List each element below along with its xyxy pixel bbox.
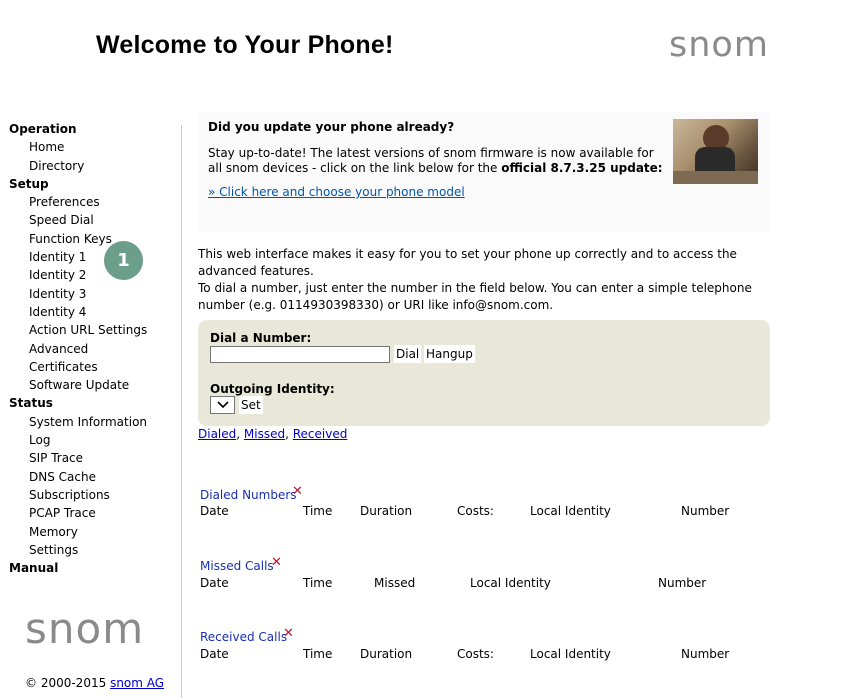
received-calls-title: Received Calls xyxy=(200,630,288,644)
outgoing-identity-label: Outgoing Identity: xyxy=(210,382,335,396)
dialed-link[interactable]: Dialed xyxy=(198,427,236,441)
missed-table-header: Date Time Missed Local Identity Number xyxy=(0,576,866,592)
snom-ag-link[interactable]: snom AG xyxy=(110,676,164,690)
received-link[interactable]: Received xyxy=(293,427,348,441)
clear-received-icon[interactable]: ✕ xyxy=(283,626,294,641)
update-text: Stay up-to-date! The latest versions of … xyxy=(208,146,668,176)
sidebar-item-sip-trace[interactable]: SIP Trace xyxy=(0,449,180,467)
copyright: © 2000-2015 snom AG xyxy=(25,676,164,690)
column-header: Local Identity xyxy=(530,504,611,518)
sidebar-item-action-url-settings[interactable]: Action URL Settings xyxy=(0,321,180,339)
dial-button[interactable]: Dial xyxy=(394,345,422,363)
update-title: Did you update your phone already? xyxy=(208,120,455,134)
column-header: Duration xyxy=(360,647,413,661)
column-header: Date xyxy=(200,504,229,518)
intro-line-1: This web interface makes it easy for you… xyxy=(198,247,737,278)
sidebar-item-software-update[interactable]: Software Update xyxy=(0,376,180,394)
dial-panel: Dial a Number: Dial Hangup Outgoing Iden… xyxy=(198,320,770,426)
sidebar-item-advanced[interactable]: Advanced xyxy=(0,340,180,358)
update-version: official 8.7.3.25 update: xyxy=(501,161,663,175)
sidebar-item-preferences[interactable]: Preferences xyxy=(0,193,180,211)
hangup-button[interactable]: Hangup xyxy=(424,345,475,363)
sidebar-item-directory[interactable]: Directory xyxy=(0,157,180,175)
sidebar-item-dns-cache[interactable]: DNS Cache xyxy=(0,468,180,486)
column-header: Date xyxy=(200,647,229,661)
missed-link[interactable]: Missed xyxy=(244,427,285,441)
outgoing-identity-select[interactable] xyxy=(210,396,235,414)
dialed-numbers-title: Dialed Numbers xyxy=(200,488,297,502)
nav-section-manual[interactable]: Manual xyxy=(0,559,180,577)
column-header: Number xyxy=(658,576,707,590)
chevron-down-icon xyxy=(216,401,229,409)
column-header: Date xyxy=(200,576,229,590)
sidebar-item-identity-4[interactable]: Identity 4 xyxy=(0,303,180,321)
column-header: Duration xyxy=(360,504,413,518)
received-table-header: Date Time Duration Costs: Local Identity… xyxy=(0,647,866,663)
intro-line-2: To dial a number, just enter the number … xyxy=(198,281,752,312)
column-header: Time xyxy=(303,504,333,518)
snom-logo-sidebar: snom xyxy=(25,604,145,653)
sidebar-item-identity-3[interactable]: Identity 3 xyxy=(0,285,180,303)
sidebar-item-subscriptions[interactable]: Subscriptions xyxy=(0,486,180,504)
dial-label: Dial a Number: xyxy=(210,331,312,345)
column-header: Number xyxy=(681,647,730,661)
clear-missed-icon[interactable]: ✕ xyxy=(271,555,282,570)
promo-photo xyxy=(673,119,758,184)
sidebar-item-certificates[interactable]: Certificates xyxy=(0,358,180,376)
sidebar-item-identity-1[interactable]: Identity 1 xyxy=(0,248,180,266)
step-badge: 1 xyxy=(104,241,143,280)
sidebar-item-system-information[interactable]: System Information xyxy=(0,413,180,431)
dialed-table-header: Date Time Duration Costs: Local Identity… xyxy=(0,504,866,520)
page-title: Welcome to Your Phone! xyxy=(96,31,394,59)
sidebar-divider xyxy=(181,125,182,698)
choose-phone-model-link[interactable]: » Click here and choose your phone model xyxy=(208,185,465,199)
nav-section-status: Status xyxy=(9,396,53,411)
sidebar-item-home[interactable]: Home xyxy=(0,138,180,156)
call-list-links: Dialed, Missed, Received xyxy=(198,427,348,441)
sidebar-item-identity-2[interactable]: Identity 2 xyxy=(0,266,180,284)
nav-section-operation: Operation xyxy=(9,122,77,136)
missed-calls-title: Missed Calls xyxy=(200,559,274,573)
column-header: Missed xyxy=(374,576,416,590)
update-notice: Did you update your phone already? Stay … xyxy=(198,112,770,232)
column-header: Costs: xyxy=(457,647,494,661)
photo-desk xyxy=(673,171,758,184)
sidebar-item-function-keys[interactable]: Function Keys xyxy=(0,230,180,248)
dial-number-input[interactable] xyxy=(210,346,390,363)
sidebar-item-settings[interactable]: Settings xyxy=(0,541,180,559)
sidebar-item-speed-dial[interactable]: Speed Dial xyxy=(0,211,180,229)
column-header: Time xyxy=(303,647,333,661)
column-header: Costs: xyxy=(457,504,494,518)
column-header: Local Identity xyxy=(530,647,611,661)
snom-logo: snom xyxy=(669,25,769,65)
sidebar-item-log[interactable]: Log xyxy=(0,431,180,449)
sidebar-item-memory[interactable]: Memory xyxy=(0,523,180,541)
set-button[interactable]: Set xyxy=(239,396,263,414)
nav-section-setup: Setup xyxy=(9,176,49,191)
intro-text: This web interface makes it easy for you… xyxy=(198,246,778,314)
column-header: Time xyxy=(303,576,333,590)
copyright-text: © 2000-2015 xyxy=(25,676,107,690)
clear-dialed-icon[interactable]: ✕ xyxy=(292,484,303,499)
column-header: Number xyxy=(681,504,730,518)
column-header: Local Identity xyxy=(470,576,551,590)
